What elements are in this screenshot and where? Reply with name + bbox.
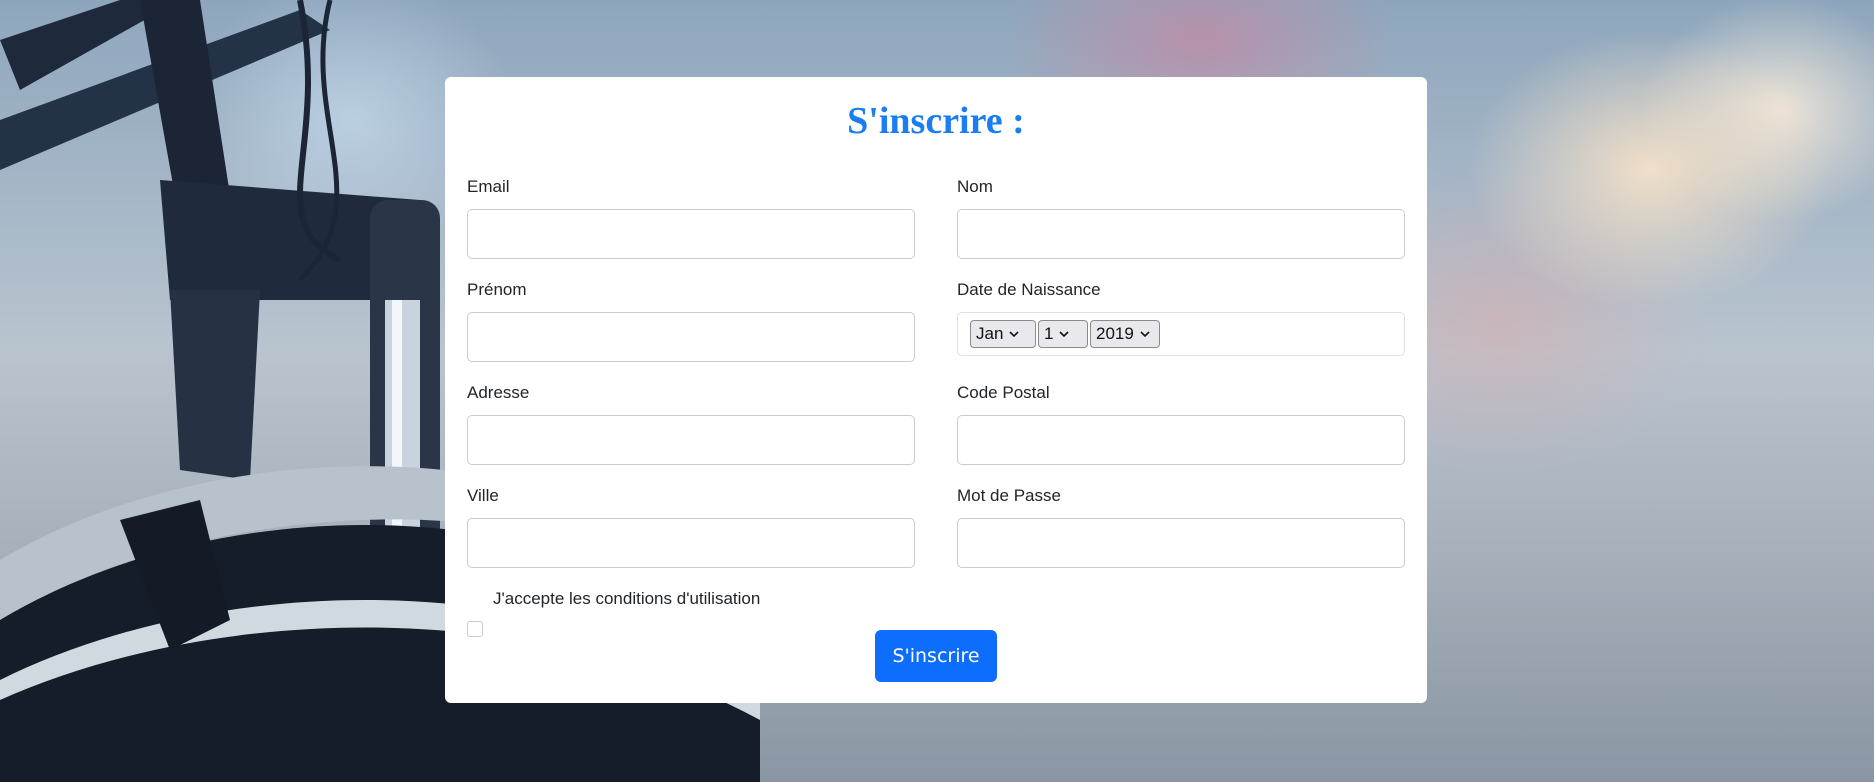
adresse-field[interactable] — [467, 415, 915, 465]
ville-label: Ville — [467, 486, 499, 505]
email-field[interactable] — [467, 209, 915, 259]
registration-card: S'inscrire : Email Nom Prénom Date de Na… — [445, 77, 1427, 703]
prenom-label: Prénom — [467, 280, 527, 299]
adresse-group: Adresse — [467, 381, 915, 465]
ville-group: Ville — [467, 484, 915, 568]
page-title: S'inscrire : — [847, 100, 1025, 142]
nom-label: Nom — [957, 177, 993, 196]
terms-checkbox[interactable] — [467, 621, 483, 637]
month-select[interactable]: Jan — [970, 320, 1036, 348]
prenom-group: Prénom — [467, 278, 915, 362]
nom-field[interactable] — [957, 209, 1405, 259]
nom-group: Nom — [957, 175, 1405, 259]
date-naissance-label: Date de Naissance — [957, 280, 1101, 299]
adresse-label: Adresse — [467, 383, 530, 402]
chevron-down-icon — [1059, 331, 1070, 338]
code-postal-label: Code Postal — [957, 383, 1050, 402]
prenom-field[interactable] — [467, 312, 915, 362]
code-postal-field[interactable] — [957, 415, 1405, 465]
terms-label: J'accepte les conditions d'utilisation — [493, 589, 761, 608]
day-select[interactable]: 1 — [1038, 320, 1088, 348]
chevron-down-icon — [1140, 331, 1150, 338]
year-select[interactable]: 2019 — [1090, 320, 1160, 348]
email-group: Email — [467, 175, 915, 259]
email-label: Email — [467, 177, 510, 196]
code-postal-group: Code Postal — [957, 381, 1405, 465]
month-value: Jan — [976, 324, 1004, 343]
ville-field[interactable] — [467, 518, 915, 568]
date-naissance-field: Jan 1 2019 — [957, 312, 1405, 356]
date-naissance-group: Date de Naissance Jan 1 2019 — [957, 278, 1405, 356]
year-value: 2019 — [1096, 324, 1134, 343]
mot-de-passe-group: Mot de Passe — [957, 484, 1405, 568]
submit-button[interactable]: S'inscrire — [875, 630, 997, 682]
day-value: 1 — [1044, 324, 1054, 343]
chevron-down-icon — [1009, 331, 1019, 338]
mot-de-passe-label: Mot de Passe — [957, 486, 1061, 505]
mot-de-passe-field[interactable] — [957, 518, 1405, 568]
